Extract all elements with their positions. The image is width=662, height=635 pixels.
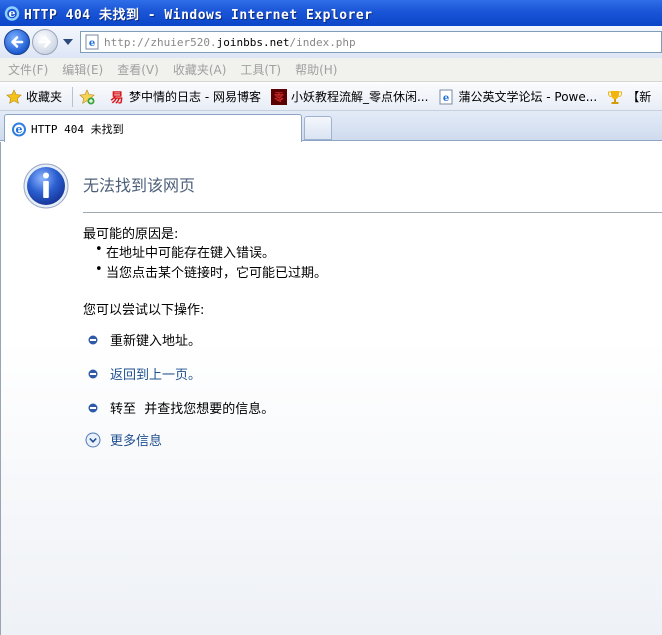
ie-page-icon: e (439, 89, 453, 104)
svg-text:e: e (16, 123, 23, 136)
menu-edit[interactable]: 编辑(E) (62, 61, 103, 78)
bullet-icon (88, 335, 98, 344)
trophy-icon (608, 90, 623, 104)
page-title: 无法找到该网页 (83, 176, 196, 195)
favorite-link-3[interactable]: e 蒲公英文学论坛 - Powe... (438, 88, 597, 105)
menu-view[interactable]: 查看(V) (117, 61, 159, 78)
favorite-link-4-label: 【新 (627, 90, 652, 104)
causes-heading: 最可能的原因是: (83, 227, 179, 242)
expand-chevron-icon (85, 432, 101, 447)
new-tab-button[interactable] (304, 116, 332, 140)
favorites-button[interactable]: 收藏夹 (6, 88, 62, 105)
site-icon: 零 (270, 88, 287, 105)
tab-label: HTTP 404 未找到 (31, 122, 124, 136)
svg-text:e: e (443, 93, 449, 104)
address-bar[interactable]: e http://zhuier520.joinbbs.net/index.php (80, 31, 662, 53)
favorite-link-1[interactable]: 易 梦中情的日志 - 网易博客 (109, 88, 261, 105)
svg-text:e: e (89, 38, 95, 49)
add-favorite-star-icon (79, 88, 95, 104)
ie-logo-icon: e (4, 6, 20, 21)
back-button[interactable] (4, 29, 30, 55)
info-icon (23, 163, 69, 209)
title-bar: e HTTP 404 未找到 - Windows Internet Explor… (0, 0, 662, 26)
add-favorite-button[interactable] (79, 88, 99, 105)
svg-text:e: e (9, 7, 16, 20)
tab-bar: e HTTP 404 未找到 (0, 111, 662, 142)
action-go-back[interactable]: 返回到上一页。 (87, 364, 201, 383)
navigation-bar: e http://zhuier520.joinbbs.net/index.php (0, 26, 662, 58)
forward-button[interactable] (32, 29, 58, 55)
action-retype-address: 重新键入地址。 (87, 330, 201, 349)
menu-help[interactable]: 帮助(H) (295, 61, 337, 78)
favorites-divider (72, 86, 74, 107)
svg-text:易: 易 (111, 91, 124, 105)
recent-pages-dropdown[interactable] (62, 36, 74, 48)
forward-arrow-icon (38, 36, 51, 48)
favorite-link-4[interactable]: 【新 (607, 88, 651, 105)
more-info-link[interactable]: 更多信息 (85, 430, 162, 449)
more-info-label[interactable]: 更多信息 (110, 430, 162, 449)
url-text[interactable]: http://zhuier520.joinbbs.net/index.php (104, 36, 356, 49)
favorites-bar: 收藏夹 易 梦中情的日志 - 网易博客 零 小妖教程流解_零点休闲... e 蒲… (0, 83, 662, 111)
cause-item: 在地址中可能存在键入错误。 (95, 242, 275, 261)
action-go-to-site: 转至 并查找您想要的信息。 (87, 398, 274, 417)
netease-icon: 易 (111, 91, 124, 105)
svg-text:零: 零 (274, 92, 284, 104)
go-back-link[interactable]: 返回到上一页。 (110, 364, 201, 383)
ie-page-icon: e (85, 34, 99, 50)
menu-bar: 文件(F) 编辑(E) 查看(V) 收藏夹(A) 工具(T) 帮助(H) (0, 58, 662, 82)
bullet-icon (88, 403, 98, 412)
menu-favorites[interactable]: 收藏夹(A) (173, 61, 227, 78)
favorite-link-2-label: 小妖教程流解_零点休闲... (290, 90, 429, 104)
action-go-to-label: 转至 并查找您想要的信息。 (110, 402, 275, 417)
error-page: 无法找到该网页 最可能的原因是: 在地址中可能存在键入错误。 当您点击某个链接时… (0, 142, 662, 635)
window-title: HTTP 404 未找到 - Windows Internet Explorer (24, 7, 373, 23)
menu-file[interactable]: 文件(F) (8, 61, 48, 78)
favorite-link-1-label: 梦中情的日志 - 网易博客 (129, 90, 261, 104)
favorites-label: 收藏夹 (26, 90, 63, 104)
bullet-icon (88, 369, 98, 378)
star-icon (6, 88, 22, 104)
favorite-link-3-label: 蒲公英文学论坛 - Powe... (458, 90, 598, 104)
actions-heading: 您可以尝试以下操作: (83, 303, 205, 318)
favorite-link-2[interactable]: 零 小妖教程流解_零点休闲... (270, 88, 429, 105)
chevron-down-icon (63, 39, 73, 45)
back-arrow-icon (11, 36, 24, 48)
menu-tools[interactable]: 工具(T) (240, 61, 281, 78)
action-retype-label: 重新键入地址。 (110, 334, 202, 349)
title-divider (83, 212, 662, 213)
cause-item: 当您点击某个链接时，它可能已过期。 (95, 262, 327, 281)
tab-active[interactable]: e HTTP 404 未找到 (4, 114, 302, 142)
ie-tab-icon: e (12, 122, 26, 136)
